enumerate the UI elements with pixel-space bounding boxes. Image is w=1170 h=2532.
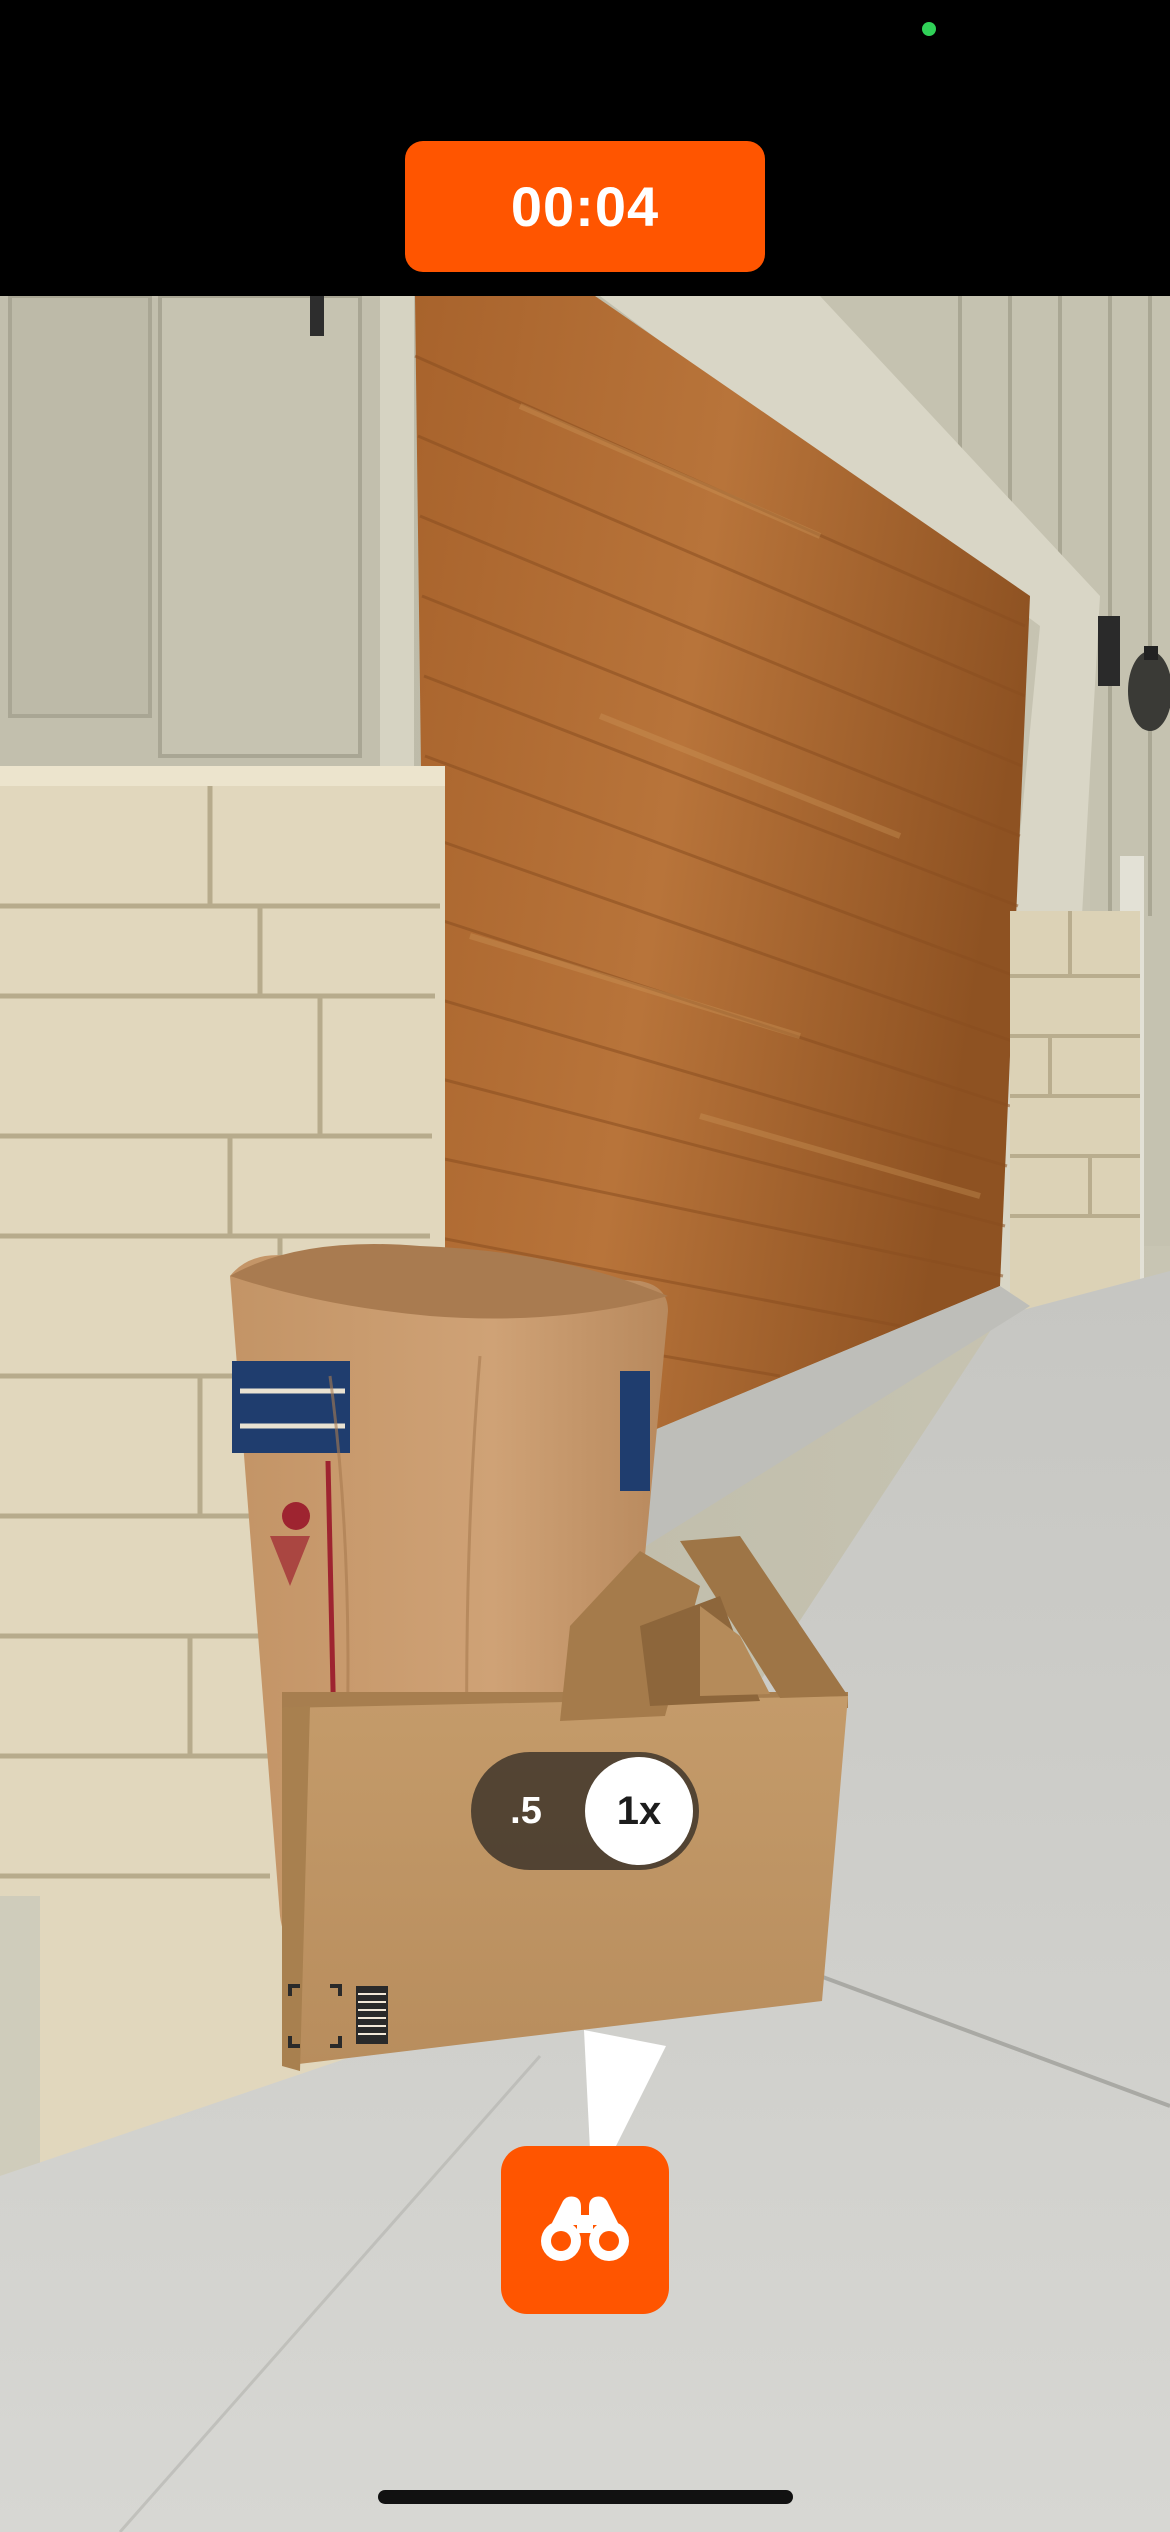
- binoculars-icon: [541, 2196, 629, 2261]
- zoom-control: .5 1x: [471, 1752, 699, 1870]
- direction-beam: [584, 2030, 666, 2150]
- find-button[interactable]: [501, 2146, 669, 2314]
- zoom-option-0-5x[interactable]: .5: [489, 1774, 563, 1848]
- recording-timer: 00:04: [405, 141, 765, 272]
- home-indicator[interactable]: [378, 2490, 793, 2504]
- camera-viewfinder[interactable]: .5 1x: [0, 296, 1170, 2532]
- camera-privacy-indicator: [922, 22, 936, 36]
- top-bar: 00:04: [0, 0, 1170, 296]
- camera-screen: 00:04 .5 1x: [0, 0, 1170, 2532]
- zoom-option-1x[interactable]: 1x: [585, 1757, 693, 1865]
